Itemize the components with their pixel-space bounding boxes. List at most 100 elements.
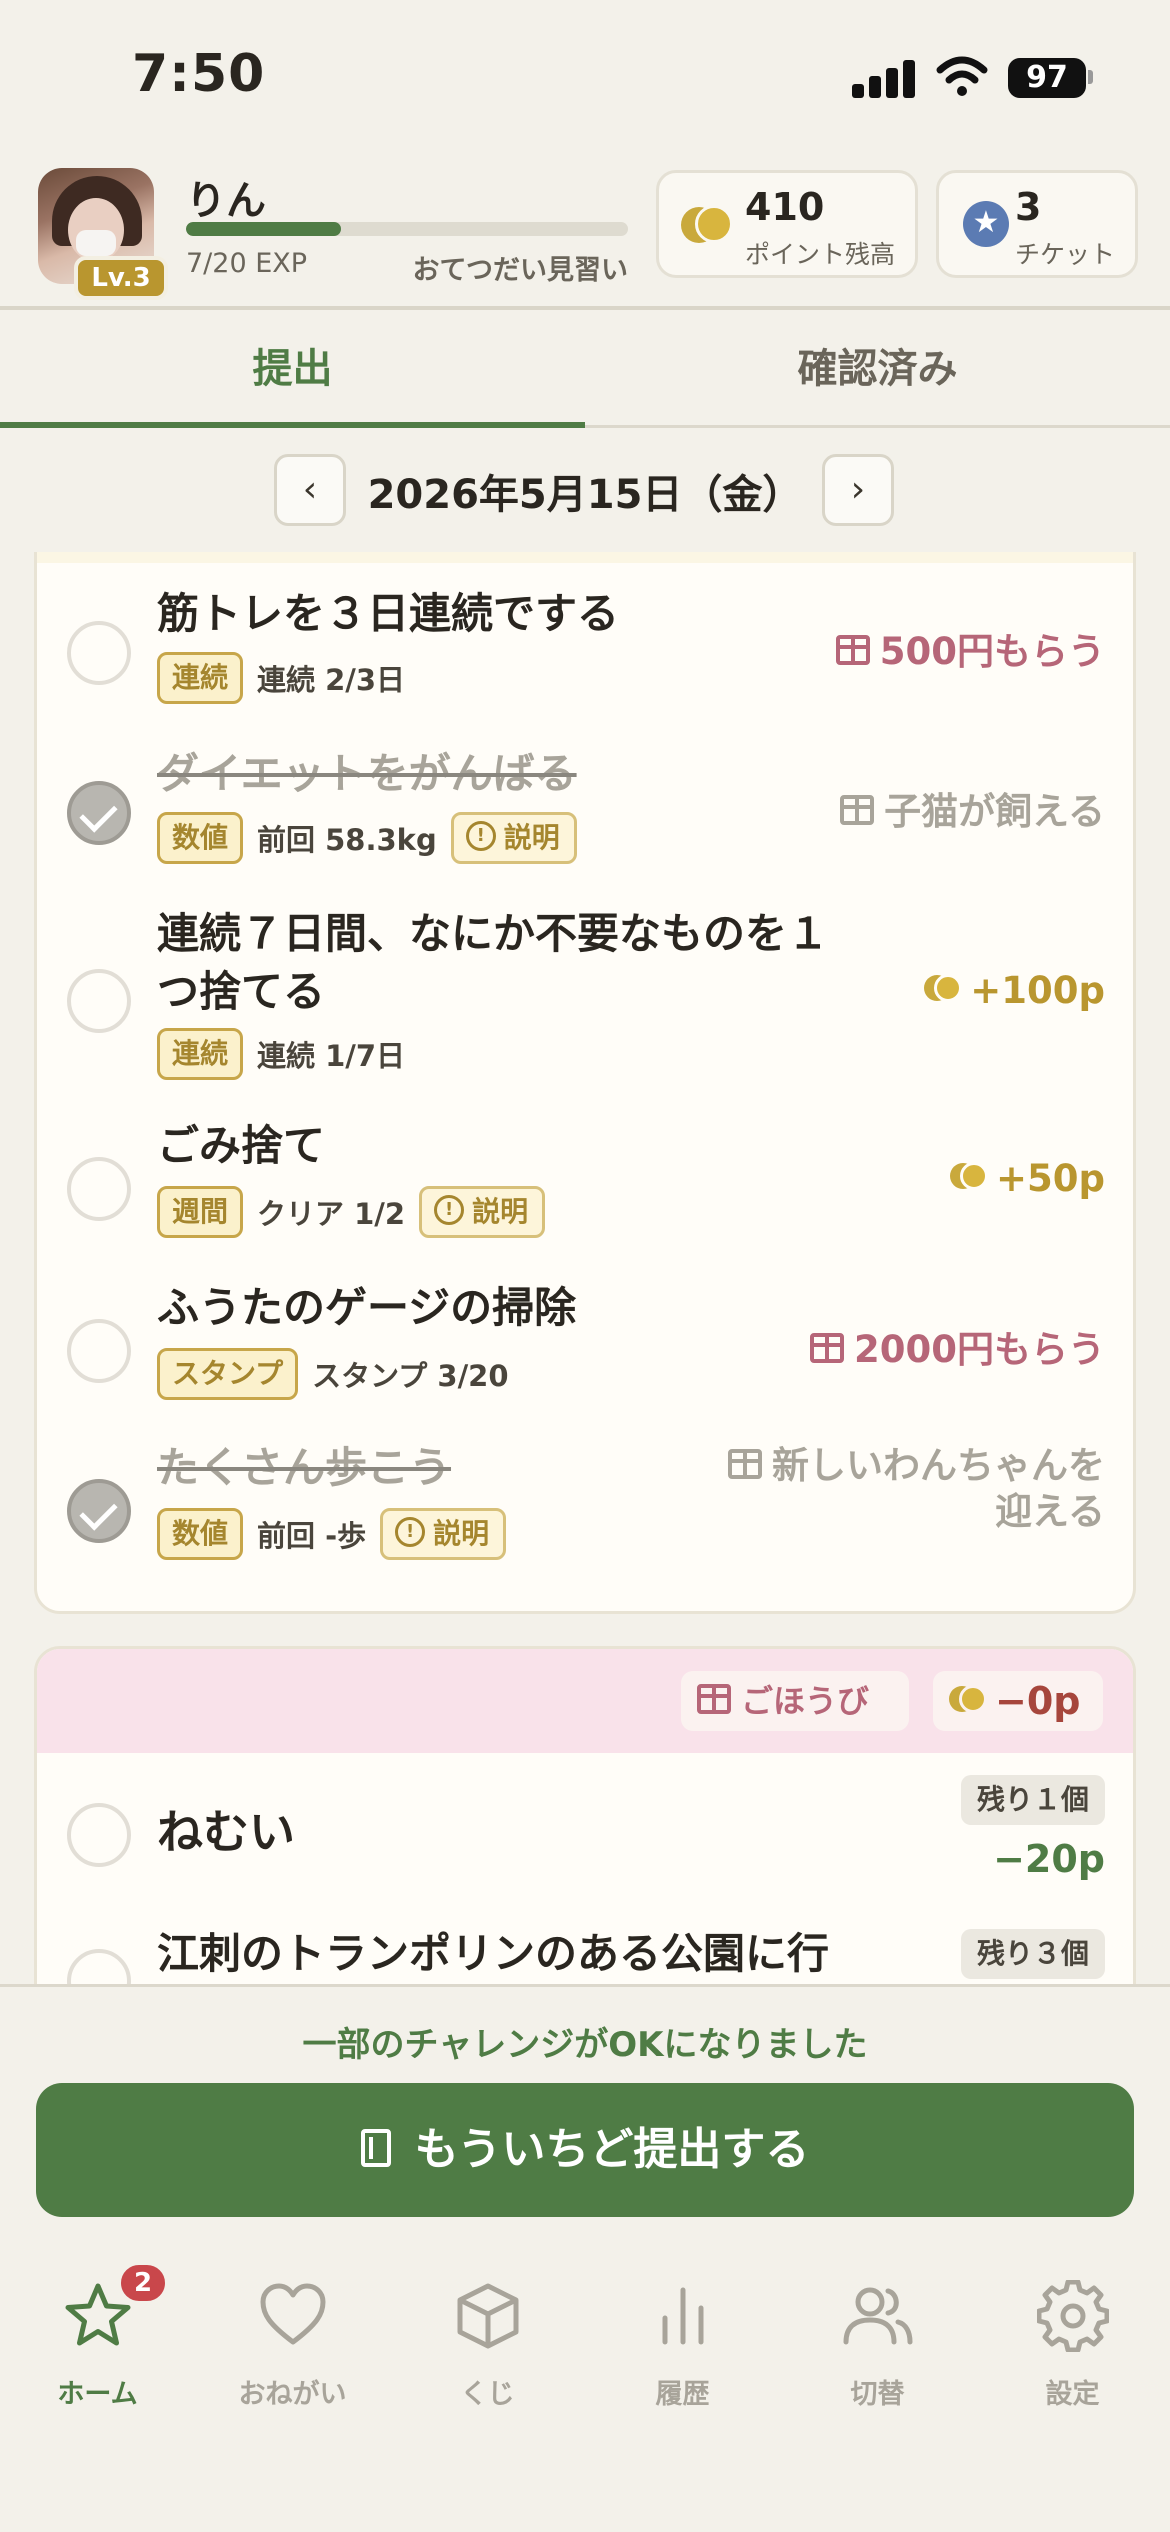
task-row[interactable]: ふうたのゲージの掃除 スタンプ スタンプ 3/20 2000円もらう [37, 1267, 1133, 1427]
task-title: たくさん歩こう [157, 1443, 452, 1492]
reward-row[interactable]: ねむい 残り１個 −20p [37, 1753, 1133, 1913]
tickets-card[interactable]: ★ 3 チケット [936, 170, 1138, 278]
task-checkbox-checked[interactable] [67, 781, 131, 845]
task-progress: 連続 2/3日 [257, 663, 406, 697]
gift-icon [810, 1332, 845, 1363]
bar-chart-icon [662, 2287, 704, 2345]
tickets-value: 3 [1015, 185, 1042, 229]
task-title: ごみ捨て [157, 1121, 326, 1170]
profile-header: Lv.3 りん 7/20 EXP おてつだい見習い 410 ポイント残高 ★ 3… [0, 160, 1170, 310]
task-reward: +100p [924, 969, 1105, 1012]
rewards-pill: ごほうび [681, 1671, 909, 1731]
level-badge: Lv.3 [74, 256, 168, 300]
task-progress: クリア 1/2 [257, 1197, 406, 1231]
coin-icon [950, 1161, 990, 1192]
task-checkbox[interactable] [67, 621, 131, 685]
prev-date-button[interactable]: ‹ [274, 454, 346, 526]
task-type-tag: 数値 [157, 812, 244, 864]
resubmit-button[interactable]: もういちど提出する [36, 2083, 1134, 2217]
task-checkbox[interactable] [67, 969, 131, 1033]
gift-icon [728, 1448, 762, 1479]
task-reward: 新しいわんちゃんを 迎える [728, 1443, 1105, 1535]
task-reward: 500円もらう [835, 621, 1105, 675]
nav-label: ホーム [57, 2379, 138, 2410]
explain-button[interactable]: ! 説明 [450, 812, 577, 864]
nav-home[interactable]: 2 ホーム [0, 2262, 195, 2420]
signal-icon [852, 58, 916, 98]
nav-label: おねがい [238, 2379, 347, 2410]
nav-history[interactable]: 履歴 [585, 2280, 780, 2420]
task-title: 連続７日間、なにか不要なものを１ [157, 909, 830, 958]
exp-progress-fill [186, 222, 341, 236]
tab-confirmed[interactable]: 確認済み [585, 314, 1170, 428]
explain-button[interactable]: ! 説明 [380, 1508, 507, 1560]
points-used-pill: −0p [933, 1671, 1103, 1731]
tab-active-indicator [0, 422, 585, 428]
wifi-icon [936, 56, 988, 96]
tab-submit[interactable]: 提出 [0, 314, 585, 428]
challenge-card: 筋トレを３日連続でする 連続 連続 2/3日 500円もらう ダイエットをがんば… [34, 552, 1136, 1614]
coin-icon [681, 203, 735, 247]
exp-text: 7/20 EXP [186, 248, 308, 279]
info-icon: ! [395, 1517, 426, 1547]
star-icon: ★ [963, 201, 1009, 247]
nav-lottery[interactable]: くじ [390, 2280, 585, 2420]
remaining-badge: 残り１個 [960, 1775, 1105, 1825]
nav-switch[interactable]: 切替 [780, 2280, 975, 2420]
tickets-label: チケット [1015, 240, 1116, 269]
task-checkbox[interactable] [67, 1157, 131, 1221]
task-row[interactable]: ごみ捨て 週間 クリア 1/2 ! 説明 +50p [37, 1105, 1133, 1267]
notebook-icon [360, 2129, 391, 2167]
info-icon: ! [465, 821, 496, 851]
task-reward: 2000円もらう [810, 1319, 1105, 1373]
task-title: ダイエットをがんばる [157, 749, 577, 798]
status-time: 7:50 [132, 44, 266, 104]
task-checkbox-checked[interactable] [67, 1479, 131, 1543]
task-title-line2: つ捨てる [157, 967, 326, 1016]
reward-title: 江刺のトランポリンのある公園に行 [157, 1929, 830, 1978]
status-notice: 一部のチャレンジがOKになりました [302, 2025, 868, 2065]
nav-label: 履歴 [655, 2379, 710, 2410]
task-list-scroll[interactable]: 筋トレを３日連続でする 連続 連続 2/3日 500円もらう ダイエットをがんば… [0, 552, 1170, 1984]
task-type-tag: 連続 [157, 1028, 244, 1080]
task-type-tag: 週間 [157, 1186, 244, 1238]
gift-icon [697, 1684, 731, 1714]
battery-icon: 97 [1008, 58, 1086, 98]
reward-checkbox[interactable] [67, 1949, 131, 1984]
gift-icon [835, 634, 870, 665]
notification-badge: 2 [118, 2262, 168, 2304]
rewards-card: ごほうび −0p ねむい 残り１個 −20p 江刺のトランポリンのある公園に行 … [34, 1646, 1136, 1984]
task-type-tag: スタンプ [157, 1348, 299, 1400]
users-icon [843, 2287, 913, 2345]
reward-row[interactable]: 江刺のトランポリンのある公園に行 残り３個 [37, 1913, 1133, 1984]
nav-settings[interactable]: 設定 [975, 2280, 1170, 2420]
nav-label: くじ [460, 2379, 515, 2410]
next-date-button[interactable]: › [822, 454, 894, 526]
points-value: 410 [745, 185, 825, 229]
task-progress: スタンプ 3/20 [312, 1359, 509, 1393]
reward-checkbox[interactable] [67, 1803, 131, 1867]
task-row[interactable]: ダイエットをがんばる 数値 前回 58.3kg ! 説明 子猫が飼える [37, 731, 1133, 891]
battery-cap [1088, 70, 1093, 84]
task-title: 筋トレを３日連続でする [157, 589, 620, 638]
submit-panel: 一部のチャレンジがOKになりました もういちど提出する [0, 1984, 1170, 2234]
task-progress: 連続 1/7日 [257, 1039, 406, 1073]
explain-button[interactable]: ! 説明 [419, 1186, 546, 1238]
task-row[interactable]: 連続７日間、なにか不要なものを１ つ捨てる 連続 連続 1/7日 +100p [37, 891, 1133, 1105]
coin-icon [949, 1684, 989, 1715]
date-navigator: ‹ 2026年5月15日（金） › [0, 430, 1170, 552]
task-row[interactable]: 筋トレを３日連続でする 連続 連続 2/3日 500円もらう [37, 571, 1133, 731]
points-card[interactable]: 410 ポイント残高 [656, 170, 918, 278]
task-checkbox[interactable] [67, 1319, 131, 1383]
nav-requests[interactable]: おねがい [195, 2280, 390, 2420]
task-row[interactable]: たくさん歩こう 数値 前回 -歩 ! 説明 新しいわんちゃんを 迎える [37, 1427, 1133, 1597]
current-date: 2026年5月15日（金） [367, 472, 803, 518]
exp-progress-bar [186, 222, 628, 236]
card-header-strip [37, 552, 1133, 563]
rewards-card-header: ごほうび −0p [37, 1649, 1133, 1753]
box-icon [457, 2283, 519, 2349]
home-indicator [388, 2490, 782, 2502]
bottom-navigation: 2 ホーム おねがい くじ 履歴 切替 設定 [0, 2234, 1170, 2532]
task-title: ふうたのゲージの掃除 [157, 1283, 577, 1332]
task-reward: +50p [950, 1157, 1105, 1200]
